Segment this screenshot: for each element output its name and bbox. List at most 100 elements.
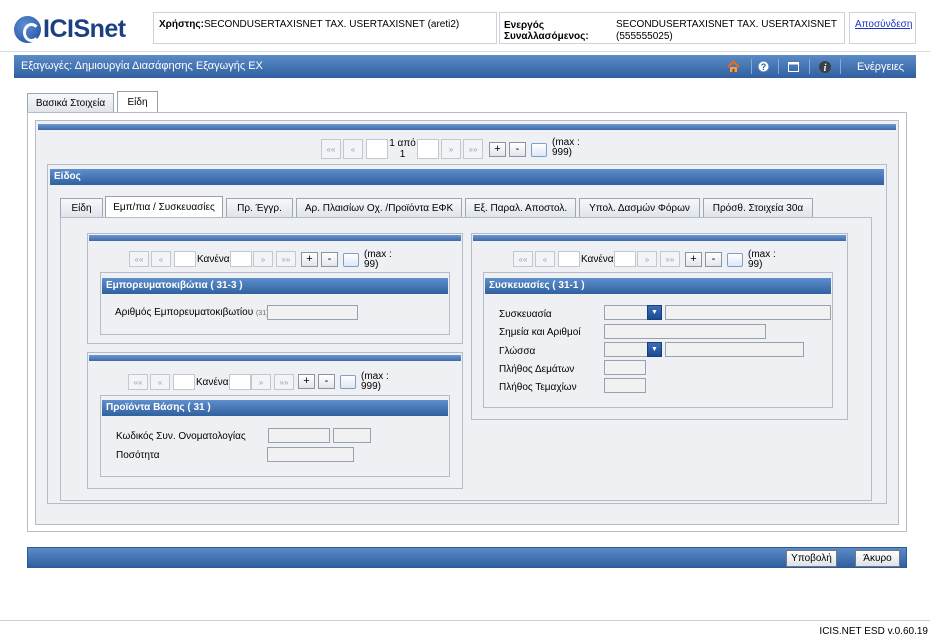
add-container-button[interactable]: +: [301, 252, 318, 267]
pager-max-line-2: 99): [364, 259, 379, 270]
pager-next-button[interactable]: »: [251, 374, 271, 390]
user-box: Χρήστης: SECONDUSERTAXISNET TAX. USERTAX…: [153, 12, 497, 44]
package-type-label: Συσκευασία: [499, 309, 552, 320]
submit-button[interactable]: Υποβολή: [786, 550, 837, 567]
language-select[interactable]: ▼: [604, 342, 662, 357]
pager-prev-button[interactable]: «: [151, 251, 171, 267]
svg-text:?: ?: [761, 62, 767, 72]
help-icon[interactable]: ?: [756, 59, 771, 74]
container-number-label: Αριθμός Εμπορευματοκιβωτίου (31): [115, 307, 268, 318]
package-type-description: [665, 305, 831, 320]
section-bar: [38, 124, 896, 130]
pager-prev-button[interactable]: «: [150, 374, 170, 390]
section-bar: [473, 235, 846, 241]
pager-last-button[interactable]: »»: [463, 139, 483, 159]
pager-first-button[interactable]: ««: [128, 374, 148, 390]
pager-position: 1 από 1: [389, 138, 416, 160]
pager-max-line-2: 999): [552, 147, 573, 158]
active-label-2: Συναλλασόμενος:: [504, 31, 589, 42]
container-number-input[interactable]: [267, 305, 358, 320]
nomenclature-code-input[interactable]: [268, 428, 330, 443]
pager-first-button[interactable]: ««: [321, 139, 341, 159]
tab-items[interactable]: Είδη: [117, 91, 158, 113]
pager-max: (max : 999): [361, 372, 389, 392]
quantity-input[interactable]: [267, 447, 354, 462]
top-bar: ICISnet Χρήστης: SECONDUSERTAXISNET TAX.…: [0, 0, 930, 52]
marks-numbers-label: Σημεία και Αριθμοί: [499, 327, 581, 338]
window-icon[interactable]: [786, 59, 801, 74]
footer: ICIS.NET ESD v.0.60.19: [0, 620, 930, 637]
select-checkbox[interactable]: [340, 375, 356, 389]
pager-max: (max : 999): [552, 138, 580, 158]
pager-next-button[interactable]: »: [253, 251, 273, 267]
cancel-button[interactable]: Άκυρο: [855, 550, 900, 567]
actions-menu[interactable]: Ενέργειες: [857, 61, 904, 73]
add-base-product-button[interactable]: +: [298, 374, 315, 389]
pager-box: [417, 139, 439, 159]
actions-bar: [27, 547, 907, 568]
user-label: Χρήστης:: [159, 19, 204, 30]
logout-box: Αποσύνδεση: [849, 12, 916, 44]
tab-shipping-parties[interactable]: Εξ. Παραλ. Αποστολ.: [465, 198, 576, 218]
active-value-2: (555555025): [616, 31, 673, 42]
tab-items-list[interactable]: Είδη: [60, 198, 103, 218]
logout-link[interactable]: Αποσύνδεση: [855, 19, 912, 30]
select-checkbox[interactable]: [531, 143, 547, 157]
remove-container-button[interactable]: -: [321, 252, 338, 267]
pager-box: [173, 374, 195, 390]
home-icon[interactable]: [726, 59, 741, 74]
number-of-packages-input[interactable]: [604, 360, 646, 375]
select-checkbox[interactable]: [727, 253, 743, 267]
pager-box: [558, 251, 580, 267]
info-icon[interactable]: i: [817, 59, 832, 74]
tab-prev-documents[interactable]: Πρ. Έγγρ.: [226, 198, 293, 218]
pager-max: (max : 99): [364, 250, 392, 270]
svg-text:i: i: [823, 63, 826, 74]
pager-empty-text: Κανένα: [197, 254, 230, 265]
quantity-label: Ποσότητα: [116, 450, 160, 461]
pager-next-button[interactable]: »: [441, 139, 461, 159]
nomenclature-code-extra-input[interactable]: [333, 428, 371, 443]
nav-separator: [778, 59, 779, 74]
add-package-button[interactable]: +: [685, 252, 702, 267]
number-of-pieces-input[interactable]: [604, 378, 646, 393]
marks-numbers-input[interactable]: [604, 324, 766, 339]
remove-package-button[interactable]: -: [705, 252, 722, 267]
remove-item-button[interactable]: -: [509, 142, 526, 157]
select-checkbox[interactable]: [343, 253, 359, 267]
logo-emblem-icon: [14, 15, 41, 43]
pager-prev-button[interactable]: «: [535, 251, 555, 267]
tab-duty-calculation[interactable]: Υπολ. Δασμών Φόρων: [579, 198, 700, 218]
tab-containers-packages[interactable]: Εμπ/πια / Συσκευασίες: [105, 196, 223, 218]
pager-prev-button[interactable]: «: [343, 139, 363, 159]
tab-basic-info[interactable]: Βασικά Στοιχεία: [27, 93, 114, 113]
pager-first-button[interactable]: ««: [513, 251, 533, 267]
nav-separator: [809, 59, 810, 74]
pager-box: [174, 251, 196, 267]
version-text: ICIS.NET ESD v.0.60.19: [819, 626, 928, 637]
tab-additional-info[interactable]: Πρόσθ. Στοιχεία 30α: [703, 198, 813, 218]
language-description: [665, 342, 804, 357]
pager-first-button[interactable]: ««: [129, 251, 149, 267]
pager-last-button[interactable]: »»: [274, 374, 294, 390]
pager-last-button[interactable]: »»: [660, 251, 680, 267]
add-item-button[interactable]: +: [489, 142, 506, 157]
pager-max-line-2: 999): [361, 381, 382, 392]
pager-empty-text: Κανένα: [581, 254, 614, 265]
package-type-select[interactable]: ▼: [604, 305, 662, 320]
remove-base-product-button[interactable]: -: [318, 374, 335, 389]
active-trader-box: Ενεργός Συναλλασόμενος: SECONDUSERTAXISN…: [499, 12, 845, 44]
pager-empty-text: Κανένα: [196, 377, 229, 388]
chevron-down-icon: ▼: [647, 342, 662, 357]
pager-box: [230, 251, 252, 267]
active-value-1: SECONDUSERTAXISNET TAX. USERTAXISNET: [616, 19, 837, 30]
page-title: Εξαγωγές: Δημιουργία Διασάφησης Εξαγωγής…: [21, 60, 263, 72]
nomenclature-code-label: Κωδικός Συν. Ονοματολογίας: [116, 431, 246, 442]
section-bar: [89, 235, 461, 241]
pager-last-button[interactable]: »»: [276, 251, 296, 267]
pager-next-button[interactable]: »: [637, 251, 657, 267]
pager-position-line-1: 1 από: [389, 138, 416, 149]
tab-seal-numbers[interactable]: Αρ. Πλαισίων Οχ. /Προϊόντα ΕΦΚ: [296, 198, 462, 218]
item-section-title: Είδος: [50, 169, 884, 185]
logo-text: ICISnet: [43, 14, 126, 43]
